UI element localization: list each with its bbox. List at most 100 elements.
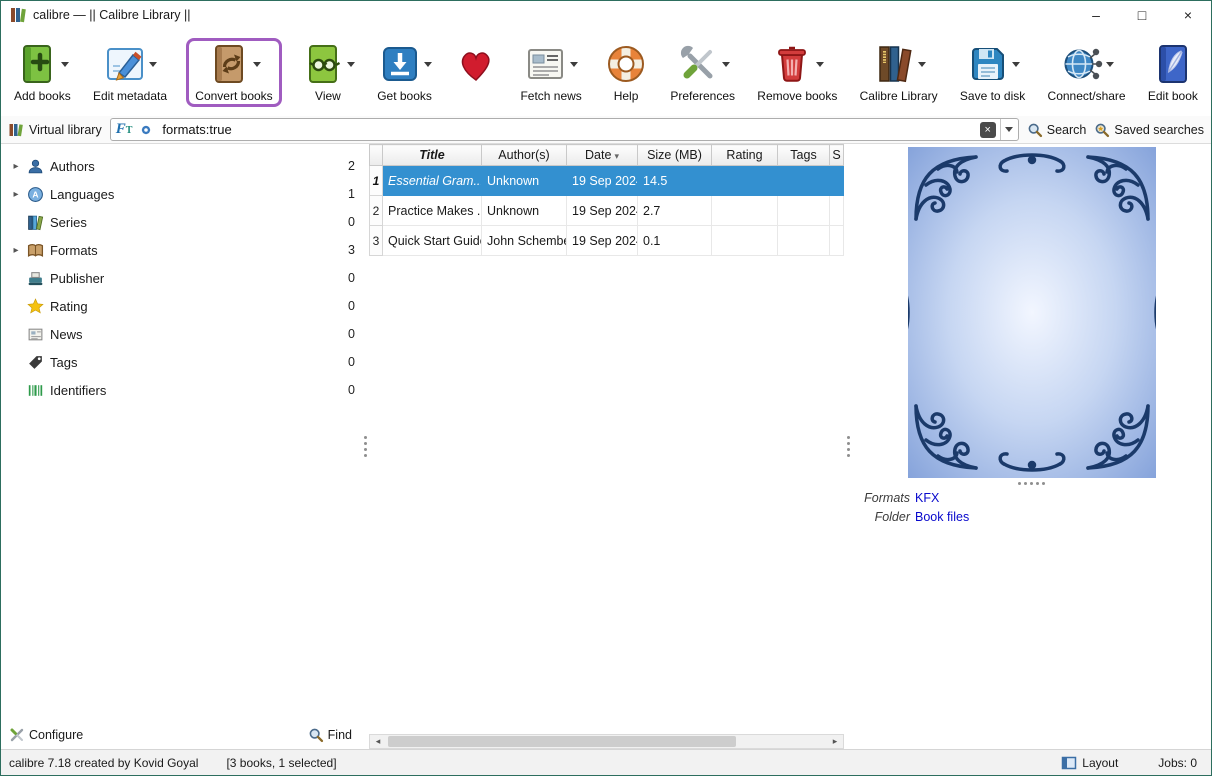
edit-book-button[interactable]: Edit book (1145, 38, 1201, 107)
sidebar-item-publisher[interactable]: Publisher 0 (1, 264, 362, 292)
cell-rating[interactable] (712, 196, 778, 226)
toolbar-label: Edit metadata (93, 89, 167, 103)
add-books-button[interactable]: Add books (11, 38, 74, 107)
connect-share-button[interactable]: Connect/share (1045, 38, 1129, 107)
details-splitter[interactable] (844, 144, 852, 749)
help-button[interactable]: Help (601, 38, 651, 107)
dropdown-arrow-icon[interactable] (918, 62, 926, 67)
saved-searches-button[interactable]: Saved searches (1094, 122, 1204, 138)
sidebar-splitter[interactable] (362, 144, 369, 749)
sidebar-item-formats[interactable]: ▸ Formats 3 (1, 236, 362, 264)
main-toolbar: Add books Edit metadata Convert books Vi… (1, 29, 1211, 116)
expander-icon[interactable]: ▸ (11, 189, 21, 200)
dropdown-arrow-icon[interactable] (253, 62, 261, 67)
search-history-dropdown-icon[interactable] (1000, 119, 1018, 140)
sidebar-item-series[interactable]: Series 0 (1, 208, 362, 236)
cell-title[interactable]: Practice Makes ... (383, 196, 482, 226)
cover-resize-grip[interactable] (852, 478, 1211, 491)
expander-icon[interactable]: ▸ (11, 161, 21, 172)
column-header-tags[interactable]: Tags (778, 145, 830, 166)
maximize-button[interactable]: □ (1119, 1, 1165, 29)
cell-size[interactable]: 14.5 (638, 166, 712, 196)
cell-authors[interactable]: Unknown (482, 166, 567, 196)
column-header-rating[interactable]: Rating (712, 145, 778, 166)
dropdown-arrow-icon[interactable] (1106, 62, 1114, 67)
save-to-disk-button[interactable]: Save to disk (957, 38, 1028, 107)
remove-books-button[interactable]: Remove books (754, 38, 840, 107)
dropdown-arrow-icon[interactable] (816, 62, 824, 67)
get-books-button[interactable]: Get books (374, 38, 435, 107)
cell-tags[interactable] (778, 226, 830, 256)
search-box[interactable]: FT × (110, 118, 1019, 141)
sidebar-item-tags[interactable]: Tags 0 (1, 348, 362, 376)
scrollbar-thumb[interactable] (388, 736, 736, 747)
donate-button[interactable] (451, 38, 501, 107)
dropdown-arrow-icon[interactable] (149, 62, 157, 67)
cell-title[interactable]: Quick Start Guide (383, 226, 482, 256)
dropdown-arrow-icon[interactable] (61, 62, 69, 67)
horizontal-scrollbar[interactable]: ◂ ▸ (369, 734, 844, 749)
search-input[interactable] (162, 122, 979, 137)
find-button[interactable]: Find (308, 727, 352, 743)
convert-books-button[interactable]: Convert books (186, 38, 281, 107)
cell-size[interactable]: 2.7 (638, 196, 712, 226)
edit-metadata-button[interactable]: Edit metadata (90, 38, 170, 107)
title-bar[interactable]: calibre — || Calibre Library || – □ × (1, 1, 1211, 29)
cell-date[interactable]: 19 Sep 2024 (567, 196, 638, 226)
jobs-indicator[interactable]: Jobs: 0 (1158, 756, 1197, 770)
search-button[interactable]: Search (1027, 122, 1087, 138)
view-button[interactable]: View (298, 38, 358, 107)
identifiers-barcode-icon (27, 382, 44, 399)
book-row[interactable]: 3 Quick Start Guide John Schember 19 Sep… (370, 226, 844, 256)
column-header-date[interactable]: Date▾ (567, 145, 638, 166)
cell-tags[interactable] (778, 196, 830, 226)
cell-title[interactable]: Essential Gram... (383, 166, 482, 196)
dropdown-arrow-icon[interactable] (347, 62, 355, 67)
sidebar-item-identifiers[interactable]: Identifiers 0 (1, 376, 362, 404)
configure-button[interactable]: Configure (9, 727, 83, 743)
cell-authors[interactable]: Unknown (482, 196, 567, 226)
close-button[interactable]: × (1165, 1, 1211, 29)
column-header-title[interactable]: Title (383, 145, 482, 166)
layout-button[interactable]: Layout (1061, 755, 1118, 771)
book-row[interactable]: 2 Practice Makes ... Unknown 19 Sep 2024… (370, 196, 844, 226)
book-row[interactable]: 1 Essential Gram... Unknown 19 Sep 2024 … (370, 166, 844, 196)
calibre-library-button[interactable]: Calibre Library (857, 38, 941, 107)
sidebar-item-news[interactable]: News 0 (1, 320, 362, 348)
preferences-button[interactable]: Preferences (667, 38, 738, 107)
dropdown-arrow-icon[interactable] (424, 62, 432, 67)
cell-rating[interactable] (712, 226, 778, 256)
format-kfx-link[interactable]: KFX (915, 491, 939, 505)
folder-link[interactable]: Book files (915, 510, 969, 524)
cell-date[interactable]: 19 Sep 2024 (567, 166, 638, 196)
cell-series[interactable] (830, 226, 844, 256)
column-header-authors[interactable]: Author(s) (482, 145, 567, 166)
dropdown-arrow-icon[interactable] (1012, 62, 1020, 67)
dropdown-arrow-icon[interactable] (722, 62, 730, 67)
column-header-series[interactable]: S (830, 145, 844, 166)
cell-date[interactable]: 19 Sep 2024 (567, 226, 638, 256)
minimize-button[interactable]: – (1073, 1, 1119, 29)
cell-size[interactable]: 0.1 (638, 226, 712, 256)
cell-series[interactable] (830, 196, 844, 226)
book-cover[interactable] (908, 147, 1156, 478)
clear-search-icon[interactable]: × (980, 122, 996, 138)
sidebar-item-languages[interactable]: ▸ A Languages 1 (1, 180, 362, 208)
scroll-right-icon[interactable]: ▸ (827, 735, 843, 748)
virtual-library-button[interactable]: Virtual library (8, 122, 102, 138)
fulltext-search-icon[interactable]: FT (116, 121, 133, 138)
cell-series[interactable] (830, 166, 844, 196)
sidebar-item-authors[interactable]: ▸ Authors 2 (1, 152, 362, 180)
remove-books-icon (770, 42, 814, 86)
cell-authors[interactable]: John Schember (482, 226, 567, 256)
dropdown-arrow-icon[interactable] (570, 62, 578, 67)
fetch-news-button[interactable]: Fetch news (517, 38, 584, 107)
cell-rating[interactable] (712, 166, 778, 196)
sidebar-item-rating[interactable]: Rating 0 (1, 292, 362, 320)
expander-icon[interactable]: ▸ (11, 245, 21, 256)
scroll-left-icon[interactable]: ◂ (370, 735, 386, 748)
column-header-size[interactable]: Size (MB) (638, 145, 712, 166)
cell-tags[interactable] (778, 166, 830, 196)
advanced-search-gear-icon[interactable] (138, 122, 154, 138)
scrollbar-track[interactable] (386, 735, 827, 748)
